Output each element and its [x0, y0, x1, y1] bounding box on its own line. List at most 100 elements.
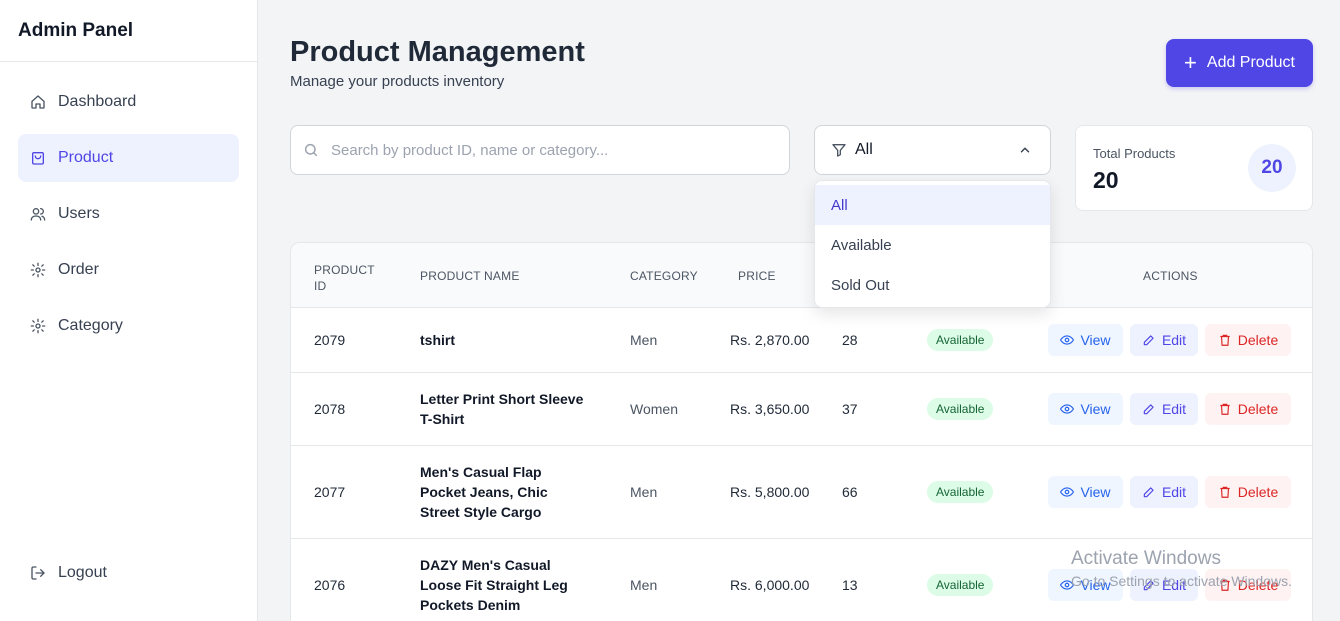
sidebar-item-label: Dashboard: [58, 93, 137, 110]
filter-option-sold-out[interactable]: Sold Out: [815, 265, 1050, 305]
shopping-bag-icon: [30, 150, 46, 166]
logout-button[interactable]: Logout: [18, 549, 240, 597]
add-product-label: Add Product: [1206, 54, 1295, 71]
chevron-up-icon: [1018, 143, 1032, 157]
delete-label: Delete: [1237, 401, 1279, 417]
plus-icon: +: [1184, 50, 1197, 75]
page-title: Product Management: [290, 36, 585, 68]
total-products-badge: 20: [1248, 144, 1296, 192]
home-icon: [30, 94, 46, 110]
cell-stock: 28: [842, 332, 858, 348]
gear-icon: [30, 262, 46, 278]
delete-button[interactable]: Delete: [1205, 324, 1291, 356]
cell-product-id: 2077: [314, 484, 346, 500]
view-button[interactable]: View: [1048, 476, 1123, 508]
sidebar-item-product[interactable]: Product: [18, 134, 239, 182]
view-label: View: [1080, 484, 1111, 500]
sidebar-item-label: Product: [58, 149, 114, 166]
delete-button[interactable]: Delete: [1205, 393, 1291, 425]
view-button[interactable]: View: [1048, 393, 1123, 425]
activate-windows-title: Activate Windows: [1071, 548, 1221, 569]
sidebar-item-users[interactable]: Users: [18, 190, 239, 238]
filter-selected-value: All: [855, 141, 873, 158]
sidebar-header: Admin Panel: [0, 0, 257, 62]
cell-product-name: Men's Casual Flap Pocket Jeans, Chic Str…: [420, 464, 548, 520]
main-content: Product Management Manage your products …: [258, 0, 1340, 621]
status-badge: Available: [927, 329, 994, 351]
view-label: View: [1080, 332, 1111, 348]
cell-product-name: DAZY Men's Casual Loose Fit Straight Leg…: [420, 557, 568, 613]
cell-category: Women: [630, 401, 678, 417]
sidebar-item-label: Users: [58, 205, 100, 222]
edit-label: Edit: [1161, 484, 1187, 500]
cell-product-id: 2076: [314, 577, 346, 593]
cell-price: Rs. 3,650.00: [730, 401, 810, 417]
cell-price: Rs. 5,800.00: [730, 484, 810, 500]
delete-label: Delete: [1237, 332, 1279, 348]
edit-button[interactable]: Edit: [1130, 393, 1198, 425]
pencil-icon: [1142, 485, 1156, 499]
page-subtitle: Manage your products inventory: [290, 73, 505, 90]
search-input[interactable]: [331, 141, 771, 159]
pencil-icon: [1142, 402, 1156, 416]
sidebar-nav: Dashboard Product Users Order Category: [0, 62, 257, 350]
cell-product-name: tshirt: [420, 332, 455, 348]
status-badge: Available: [927, 574, 994, 596]
filter-icon: [831, 142, 847, 158]
sidebar-item-category[interactable]: Category: [18, 302, 239, 350]
cell-product-id: 2078: [314, 401, 346, 417]
total-products-value: 20: [1093, 167, 1119, 193]
trash-icon: [1218, 402, 1232, 416]
edit-button[interactable]: Edit: [1130, 324, 1198, 356]
table-row: 2077 Men's Casual Flap Pocket Jeans, Chi…: [291, 446, 1312, 539]
add-product-button[interactable]: + Add Product: [1166, 39, 1313, 87]
delete-button[interactable]: Delete: [1205, 476, 1291, 508]
activate-windows-subtitle: Go to Settings to activate Windows.: [1071, 573, 1292, 589]
cell-price: Rs. 6,000.00: [730, 577, 810, 593]
filter-option-available[interactable]: Available: [815, 225, 1050, 265]
edit-button[interactable]: Edit: [1130, 476, 1198, 508]
pencil-icon: [1142, 333, 1156, 347]
view-label: View: [1080, 401, 1111, 417]
cell-category: Men: [630, 484, 658, 500]
column-header-price: PRICE: [738, 269, 776, 283]
brand-title: Admin Panel: [18, 19, 134, 41]
view-button[interactable]: View: [1048, 324, 1123, 356]
eye-icon: [1060, 402, 1075, 416]
total-products-card: Total Products 20 20: [1075, 125, 1313, 211]
table-header: PRODUCT ID PRODUCT NAME CATEGORY PRICE A…: [291, 243, 1312, 308]
table-row: 2078 Letter Print Short Sleeve T-Shirt W…: [291, 373, 1312, 446]
cell-category: Men: [630, 332, 658, 348]
trash-icon: [1218, 485, 1232, 499]
column-header-id: PRODUCT ID: [314, 263, 375, 293]
eye-icon: [1060, 333, 1075, 347]
column-header-name: PRODUCT NAME: [420, 269, 520, 283]
sidebar-item-label: Order: [58, 261, 99, 278]
cell-stock: 66: [842, 484, 858, 500]
delete-label: Delete: [1237, 484, 1279, 500]
logout-icon: [30, 565, 46, 581]
cell-product-name: Letter Print Short Sleeve T-Shirt: [420, 391, 584, 427]
edit-label: Edit: [1161, 332, 1187, 348]
eye-icon: [1060, 485, 1075, 499]
cell-product-id: 2079: [314, 332, 346, 348]
sidebar: Admin Panel Dashboard Product Users Orde…: [0, 0, 258, 621]
filter-option-all[interactable]: All: [815, 185, 1050, 225]
users-icon: [30, 206, 46, 222]
sidebar-item-dashboard[interactable]: Dashboard: [18, 78, 239, 126]
table-row: 2079 tshirt Men Rs. 2,870.00 28 Availabl…: [291, 308, 1312, 373]
edit-label: Edit: [1161, 401, 1187, 417]
cell-category: Men: [630, 577, 658, 593]
gear-icon: [30, 318, 46, 334]
logout-label: Logout: [58, 564, 107, 581]
column-header-category: CATEGORY: [630, 269, 698, 283]
column-header-actions: ACTIONS: [1143, 269, 1198, 283]
status-filter-select[interactable]: All: [814, 125, 1051, 175]
cell-stock: 13: [842, 577, 858, 593]
status-badge: Available: [927, 398, 994, 420]
sidebar-item-order[interactable]: Order: [18, 246, 239, 294]
cell-stock: 37: [842, 401, 858, 417]
search-box: [290, 125, 790, 175]
total-products-label: Total Products: [1093, 146, 1176, 161]
filter-dropdown-menu: All Available Sold Out: [814, 180, 1051, 308]
